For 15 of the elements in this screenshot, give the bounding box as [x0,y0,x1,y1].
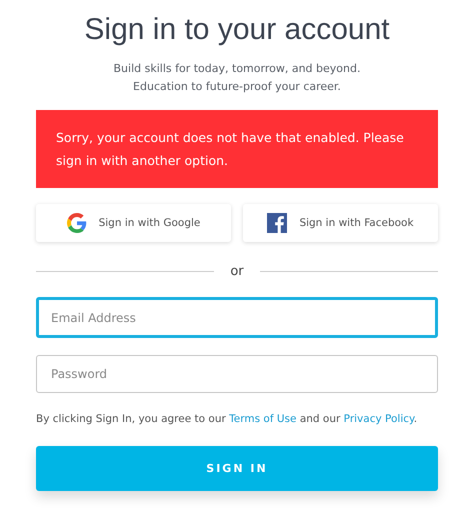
social-sign-in-button[interactable]: Sign in with Google [36,204,231,242]
error-message: Sorry, your account does not have that enabled. Please sign in with another option. [36,110,438,188]
facebook-icon [267,213,288,233]
divider-text: or [230,264,244,279]
page-title: Sign in to your account [83,12,391,48]
link[interactable]: Privacy Policy [344,413,414,425]
google-icon [66,213,87,233]
input-field[interactable]: Email Address [36,297,438,338]
agreement-text: By clicking Sign In, you agree to our Terms of Use and our Privacy Policy. [36,413,418,425]
social-sign-in-button[interactable]: Sign in with Facebook [243,204,438,242]
link[interactable]: Terms of Use [229,413,296,425]
input-field[interactable]: Password [36,355,438,393]
subtitle-text: Build skills for today, tomorrow, and beyond. [114,61,360,77]
subtitle-text: Education to future-proof your career. [133,79,341,95]
sign-in-button[interactable]: SIGN IN [36,446,438,491]
